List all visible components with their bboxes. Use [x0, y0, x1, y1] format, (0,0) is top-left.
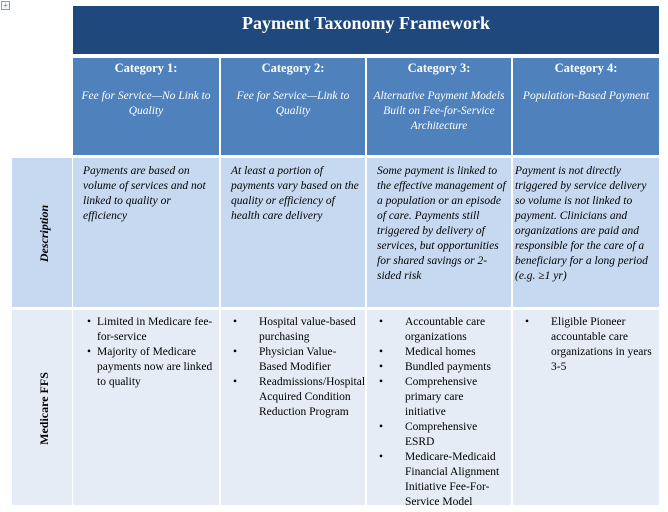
description-cell-category-3: Some payment is linked to the effective …	[367, 158, 511, 307]
description-cell-category-4: Payment is not directly triggered by ser…	[513, 158, 659, 307]
list-item: Readmissions/Hospital Acquired Condition…	[229, 375, 365, 420]
list-item: Limited in Medicare fee-for-service	[83, 315, 215, 345]
list-item: Hospital value-based purchasing	[229, 315, 361, 345]
row-label-description: Description	[12, 158, 72, 307]
category-label: Category 3:	[407, 61, 471, 75]
list-item: Bundled payments	[375, 360, 507, 375]
description-cell-category-2: At least a portion of payments vary base…	[221, 158, 365, 307]
column-header-category-3: Category 3: Alternative Payment Models B…	[367, 58, 511, 155]
category-subtitle: Population-Based Payment	[522, 90, 650, 102]
list-item: Accountable care organizations	[375, 315, 507, 345]
row-label-text: Description	[37, 204, 52, 263]
table-move-handle-icon[interactable]: +	[1, 1, 10, 10]
column-header-category-2: Category 2: Fee for Service—Link to Qual…	[221, 58, 365, 155]
medicare-ffs-cell-category-3: Accountable care organizationsMedical ho…	[367, 310, 511, 508]
category-label: Category 4:	[554, 61, 618, 75]
list-item: Comprehensive primary care initiative	[375, 375, 507, 420]
category-subtitle: Fee for Service—Link to Quality	[236, 90, 350, 117]
list-item: Medical homes	[375, 345, 507, 360]
row-label-text: Medicare FFS	[36, 371, 51, 445]
category-label: Category 2:	[261, 61, 325, 75]
medicare-ffs-cell-category-2: Hospital value-based purchasingPhysician…	[221, 310, 365, 505]
list-item: Majority of Medicare payments now are li…	[83, 345, 215, 390]
list-item: Eligible Pioneer accountable care organi…	[521, 315, 655, 375]
description-cell-category-1: Payments are based on volume of services…	[73, 158, 219, 307]
list-item: Medicare-Medicaid Financial Alignment In…	[375, 450, 507, 510]
list-item: Physician Value-Based Modifier	[229, 345, 361, 375]
bullet-list: Accountable care organizationsMedical ho…	[375, 315, 507, 510]
table-title: Payment Taxonomy Framework	[73, 6, 659, 54]
category-subtitle: Fee for Service—No Link to Quality	[81, 90, 211, 117]
category-label: Category 1:	[114, 61, 178, 75]
bullet-list: Eligible Pioneer accountable care organi…	[521, 315, 655, 375]
medicare-ffs-cell-category-4: Eligible Pioneer accountable care organi…	[513, 310, 659, 505]
bullet-list: Hospital value-based purchasingPhysician…	[229, 315, 365, 420]
category-subtitle: Alternative Payment Models Built on Fee-…	[373, 90, 505, 132]
medicare-ffs-cell-category-1: Limited in Medicare fee-for-serviceMajor…	[73, 310, 219, 505]
row-label-medicare-ffs: Medicare FFS	[12, 310, 72, 505]
bullet-list: Limited in Medicare fee-for-serviceMajor…	[83, 315, 215, 390]
column-header-category-1: Category 1: Fee for Service—No Link to Q…	[73, 58, 219, 155]
list-item: Comprehensive ESRD	[375, 420, 507, 450]
column-header-category-4: Category 4: Population-Based Payment	[513, 58, 659, 155]
